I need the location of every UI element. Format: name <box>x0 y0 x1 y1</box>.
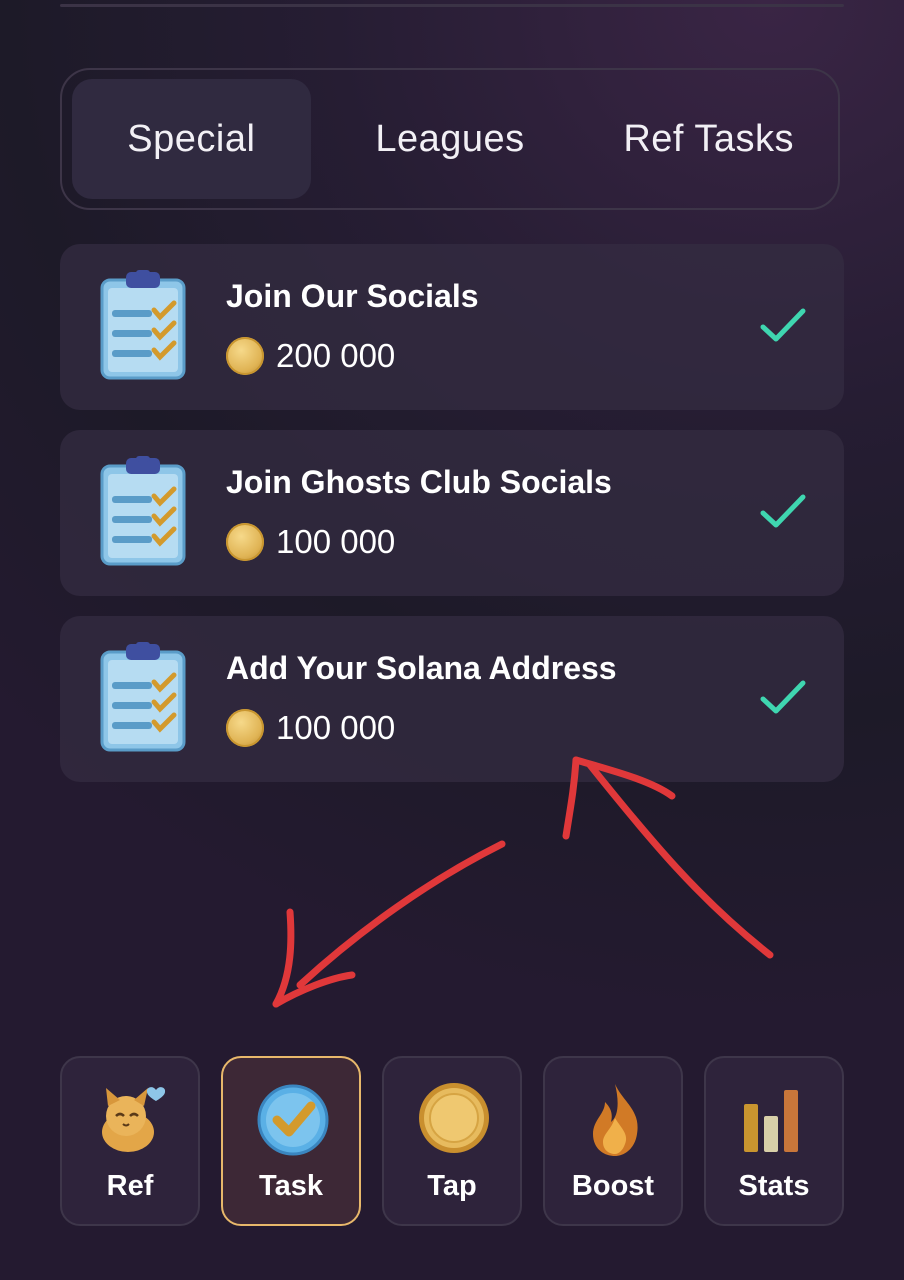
coin-icon <box>226 709 264 747</box>
nav-ref[interactable]: Ref <box>60 1056 200 1226</box>
task-card[interactable]: Add Your Solana Address 100 000 <box>60 616 844 782</box>
tab-leagues[interactable]: Leagues <box>331 79 570 199</box>
flame-icon <box>593 1084 638 1156</box>
reward-amount: 100 000 <box>276 709 396 746</box>
task-category-tabs: Special Leagues Ref Tasks <box>60 68 840 210</box>
task-reward: 100 000 <box>226 522 395 562</box>
clipboard-checklist-icon <box>100 642 186 752</box>
arrow-down-head-right <box>272 971 356 1008</box>
task-title: Join Our Socials <box>226 278 479 314</box>
tab-ref-tasks[interactable]: Ref Tasks <box>589 79 828 199</box>
nav-task[interactable]: Task <box>221 1056 361 1226</box>
checkmark-icon <box>760 680 806 714</box>
nav-label: Task <box>259 1170 323 1202</box>
task-title: Add Your Solana Address <box>226 650 617 686</box>
nav-tap[interactable]: Tap <box>382 1056 522 1226</box>
task-reward: 100 000 <box>226 708 395 748</box>
coin-icon <box>226 337 264 375</box>
tab-special[interactable]: Special <box>72 79 311 199</box>
arrow-down-shaft <box>296 840 506 989</box>
arrow-down-head-left <box>272 908 295 1008</box>
task-reward: 200 000 <box>226 336 395 376</box>
reward-amount: 200 000 <box>276 337 396 374</box>
nav-label: Boost <box>571 1170 655 1202</box>
checkmark-icon <box>760 308 806 342</box>
reward-amount: 100 000 <box>276 523 396 560</box>
task-card[interactable]: Join Our Socials 200 000 <box>60 244 844 410</box>
top-divider <box>60 4 844 7</box>
clipboard-checklist-icon <box>100 456 186 566</box>
coin-icon <box>226 523 264 561</box>
arrow-up-shaft-right <box>586 761 774 959</box>
nav-label: Tap <box>427 1170 477 1202</box>
task-title: Join Ghosts Club Socials <box>226 464 612 500</box>
coin-icon <box>419 1083 489 1153</box>
nav-stats[interactable]: Stats <box>704 1056 844 1226</box>
nav-boost[interactable]: Boost <box>543 1056 683 1226</box>
task-card[interactable]: Join Ghosts Club Socials 100 000 <box>60 430 844 596</box>
bottom-nav: Ref Task Tap Boost Stats <box>60 1056 844 1226</box>
checkmark-icon <box>760 494 806 528</box>
cat-icon <box>102 1087 166 1152</box>
clipboard-checklist-icon <box>100 270 186 380</box>
nav-label: Stats <box>738 1170 810 1202</box>
check-badge-icon <box>257 1084 329 1156</box>
bar-chart-icon <box>744 1090 798 1152</box>
nav-label: Ref <box>106 1170 154 1202</box>
